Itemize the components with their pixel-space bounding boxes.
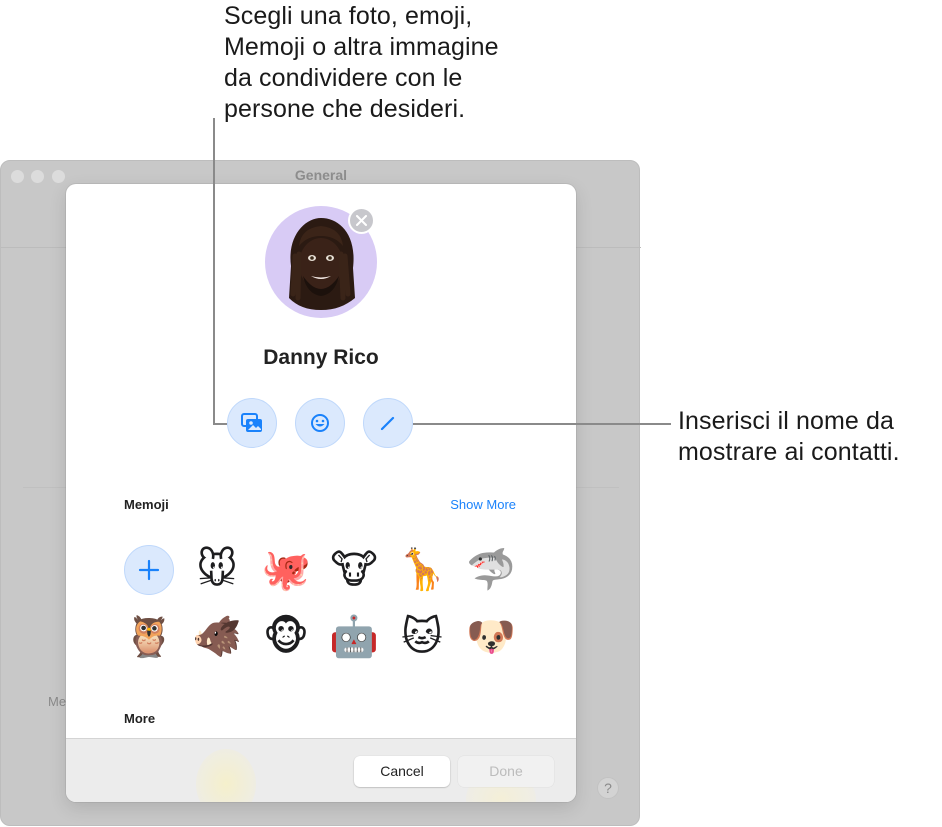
- memoji-section-title: Memoji: [124, 497, 169, 512]
- profile-sheet: Danny Rico Memoji Show More 🐭 🐙 🐮 �: [66, 184, 576, 802]
- memoji-octopus[interactable]: 🐙: [261, 545, 311, 595]
- memoji-owl[interactable]: 🦉: [124, 612, 174, 662]
- edit-name-button[interactable]: [363, 398, 413, 448]
- memoji-giraffe[interactable]: 🦒: [397, 545, 447, 595]
- callout-line-vertical: [213, 118, 215, 425]
- more-section-title: More: [124, 711, 156, 726]
- add-memoji-button[interactable]: [124, 545, 174, 595]
- smiley-icon: [311, 414, 329, 432]
- callout-choose-image: Scegli una foto, emoji, Memoji o altra i…: [224, 2, 499, 123]
- close-icon: [356, 215, 367, 226]
- memoji-mouse[interactable]: 🐭: [192, 545, 242, 595]
- memoji-boar[interactable]: 🐗: [192, 612, 242, 662]
- remove-photo-button[interactable]: [348, 207, 375, 234]
- photos-icon: [241, 413, 262, 432]
- sheet-footer: Cancel Done: [66, 738, 576, 802]
- callout-line-horizontal-right: [413, 423, 671, 425]
- photo-button[interactable]: [227, 398, 277, 448]
- window-label-me: Me: [48, 694, 67, 709]
- show-more-link[interactable]: Show More: [450, 497, 516, 512]
- memoji-monkey[interactable]: 🐵: [261, 612, 311, 662]
- callout-line-horizontal-left: [213, 423, 227, 425]
- callout-enter-name: Inserisci il nome da mostrare ai contatt…: [678, 407, 900, 466]
- help-button[interactable]: ?: [597, 777, 619, 799]
- user-name[interactable]: Danny Rico: [66, 346, 576, 370]
- window-title: General: [294, 167, 348, 183]
- memoji-cow[interactable]: 🐮: [329, 545, 379, 595]
- cancel-button[interactable]: Cancel: [354, 756, 450, 787]
- plus-icon: [138, 559, 160, 581]
- memoji-dog[interactable]: 🐶: [466, 612, 516, 662]
- footer-glow: [196, 749, 256, 802]
- emoji-button[interactable]: [295, 398, 345, 448]
- memoji-cat[interactable]: 🐱: [397, 612, 447, 662]
- done-button[interactable]: Done: [458, 756, 554, 787]
- memoji-shark[interactable]: 🦈: [466, 545, 516, 595]
- pencil-icon: [380, 416, 395, 431]
- memoji-robot[interactable]: 🤖: [329, 612, 379, 662]
